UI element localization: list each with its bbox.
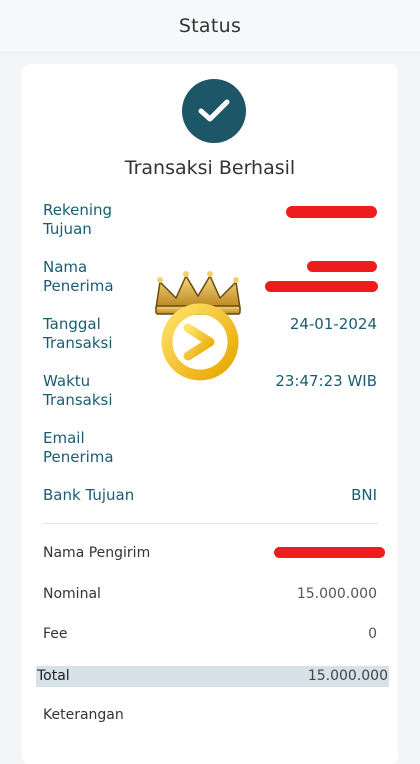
waktu-transaksi-value: 23:47:23 WIB <box>275 372 377 390</box>
success-title: Transaksi Berhasil <box>124 157 296 179</box>
bank-tujuan-label: Bank Tujuan <box>43 486 135 504</box>
redacted-recipient-name-2 <box>265 281 378 292</box>
waktu-transaksi-label: Waktu Transaksi <box>43 372 113 409</box>
total-label: Total <box>37 668 70 684</box>
page-title: Status <box>178 15 242 37</box>
section-divider <box>43 523 378 524</box>
fee-value: 0 <box>368 626 377 642</box>
nominal-value: 15.000.000 <box>296 586 377 602</box>
redacted-recipient-name-1 <box>307 261 377 272</box>
play-chevron-icon <box>161 303 239 381</box>
fee-label: Fee <box>43 626 68 642</box>
redacted-sender-name <box>274 547 385 558</box>
keterangan-label: Keterangan <box>43 707 124 723</box>
nominal-label: Nominal <box>43 586 101 602</box>
check-circle-icon <box>182 79 246 143</box>
tanggal-transaksi-label: Tanggal Transaksi <box>43 315 113 352</box>
rekening-tujuan-label: Rekening Tujuan <box>43 201 113 238</box>
crown-play-logo <box>155 271 241 381</box>
email-penerima-label: Email Penerima <box>43 429 114 466</box>
total-value: 15.000.000 <box>307 668 388 684</box>
nama-pengirim-label: Nama Pengirim <box>43 545 151 561</box>
bank-tujuan-value: BNI <box>351 486 377 504</box>
redacted-account-number <box>286 206 377 218</box>
top-bar: Status <box>0 0 420 53</box>
tanggal-transaksi-value: 24-01-2024 <box>289 315 377 333</box>
nama-penerima-label: Nama Penerima <box>43 258 114 295</box>
